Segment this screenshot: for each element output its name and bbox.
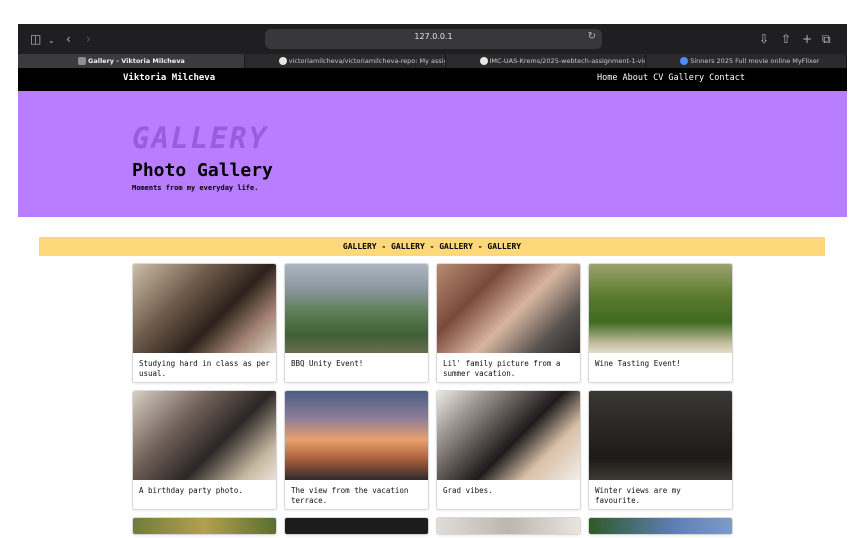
tab-github-repo[interactable]: victoriamilcheva/victoriamilcheva-repo: … [245,54,446,68]
gallery-photo[interactable] [437,518,580,534]
download-icon[interactable]: ⇩ [759,31,769,47]
site-brand[interactable]: Viktoria Milcheva [123,73,215,83]
hero-banner: GALLERY Photo Gallery Moments from my ev… [18,91,847,217]
gallery-marquee: GALLERY - GALLERY - GALLERY - GALLERY [39,237,825,256]
tab-movie[interactable]: Sinners 2025 Full movie online MyFlixer [646,54,847,68]
tab-overview-icon[interactable]: ⧉ [822,31,831,47]
tab-title: Gallery - Viktoria Milcheva [88,57,185,65]
gallery-card[interactable] [436,517,581,535]
gallery-photo[interactable] [133,391,276,480]
gallery-card[interactable] [284,517,429,535]
gallery-card[interactable] [132,517,277,535]
photo-caption: Winter views are my favourite. [595,486,681,505]
gallery-card[interactable]: BBQ Unity Event! [284,263,429,383]
gallery-photo[interactable] [589,264,732,353]
tab-title: IMC-UAS-Krems/2025-webtech-assignment-1-… [489,57,646,65]
site-favicon-icon [78,57,86,65]
site-navbar: Viktoria Milcheva Home About CV Gallery … [18,68,847,91]
chevron-down-icon[interactable]: ⌄ [48,33,55,49]
gallery-card[interactable]: Lil' family picture from a summer vacati… [436,263,581,383]
hero-kicker: GALLERY [132,121,269,155]
new-tab-icon[interactable]: + [802,31,812,47]
page-subtitle: Moments from my everyday life. [132,184,259,192]
github-icon [479,57,488,65]
gallery-photo[interactable] [133,264,276,353]
gallery-card[interactable]: Grad vibes. [436,390,581,510]
share-icon[interactable]: ⇧ [781,31,791,47]
gallery-photo[interactable] [133,518,276,534]
gallery-card[interactable]: A birthday party photo. [132,390,277,510]
sidebar-toggle-icon[interactable]: ◫ [30,31,41,47]
github-icon [278,57,287,65]
photo-caption: Lil' family picture from a summer vacati… [443,359,561,378]
gallery-photo[interactable] [589,391,732,480]
tab-gallery[interactable]: Gallery - Viktoria Milcheva [18,54,245,68]
nav-about-link[interactable]: About [622,73,648,83]
photo-caption: Studying hard in class as per usual. [139,359,270,378]
tab-bar: Gallery - Viktoria Milcheva victoriamilc… [18,54,847,68]
tab-github-assignment[interactable]: IMC-UAS-Krems/2025-webtech-assignment-1-… [446,54,647,68]
back-icon[interactable]: ‹ [66,31,71,47]
gallery-card[interactable]: Wine Tasting Event! [588,263,733,383]
site-favicon-icon [680,57,689,65]
nav-gallery-link[interactable]: Gallery [668,73,704,83]
page-title: Photo Gallery [132,160,273,181]
nav-contact-link[interactable]: Contact [709,73,745,83]
photo-grid: Studying hard in class as per usual. BBQ… [132,263,733,535]
tab-title: victoriamilcheva/victoriamilcheva-repo: … [288,57,445,65]
gallery-card[interactable] [588,517,733,535]
forward-icon[interactable]: › [86,31,91,47]
gallery-photo[interactable] [437,391,580,480]
nav-cv-link[interactable]: CV [653,73,663,83]
photo-caption: A birthday party photo. [139,486,243,495]
gallery-photo[interactable] [589,518,732,534]
photo-caption: Wine Tasting Event! [595,359,681,368]
gallery-photo[interactable] [285,518,428,534]
reload-icon[interactable]: ↻ [588,31,596,42]
address-text: 127.0.0.1 [414,32,453,41]
gallery-card[interactable]: Winter views are my favourite. [588,390,733,510]
gallery-photo[interactable] [285,264,428,353]
gallery-photo[interactable] [437,264,580,353]
photo-caption: BBQ Unity Event! [291,359,364,368]
nav-home-link[interactable]: Home [597,73,617,83]
browser-toolbar: ◫ ⌄ ‹ › 127.0.0.1 ↻ ⇩ ⇧ + ⧉ [18,24,847,54]
nav-links: Home About CV Gallery Contact [597,73,745,83]
window-top-strip [18,0,847,24]
photo-caption: The view from the vacation terrace. [291,486,409,505]
photo-caption: Grad vibes. [443,486,493,495]
gallery-photo[interactable] [285,391,428,480]
address-bar[interactable]: 127.0.0.1 ↻ [265,29,602,49]
gallery-card[interactable]: Studying hard in class as per usual. [132,263,277,383]
gallery-card[interactable]: The view from the vacation terrace. [284,390,429,510]
tab-title: Sinners 2025 Full movie online MyFlixer [690,57,820,65]
